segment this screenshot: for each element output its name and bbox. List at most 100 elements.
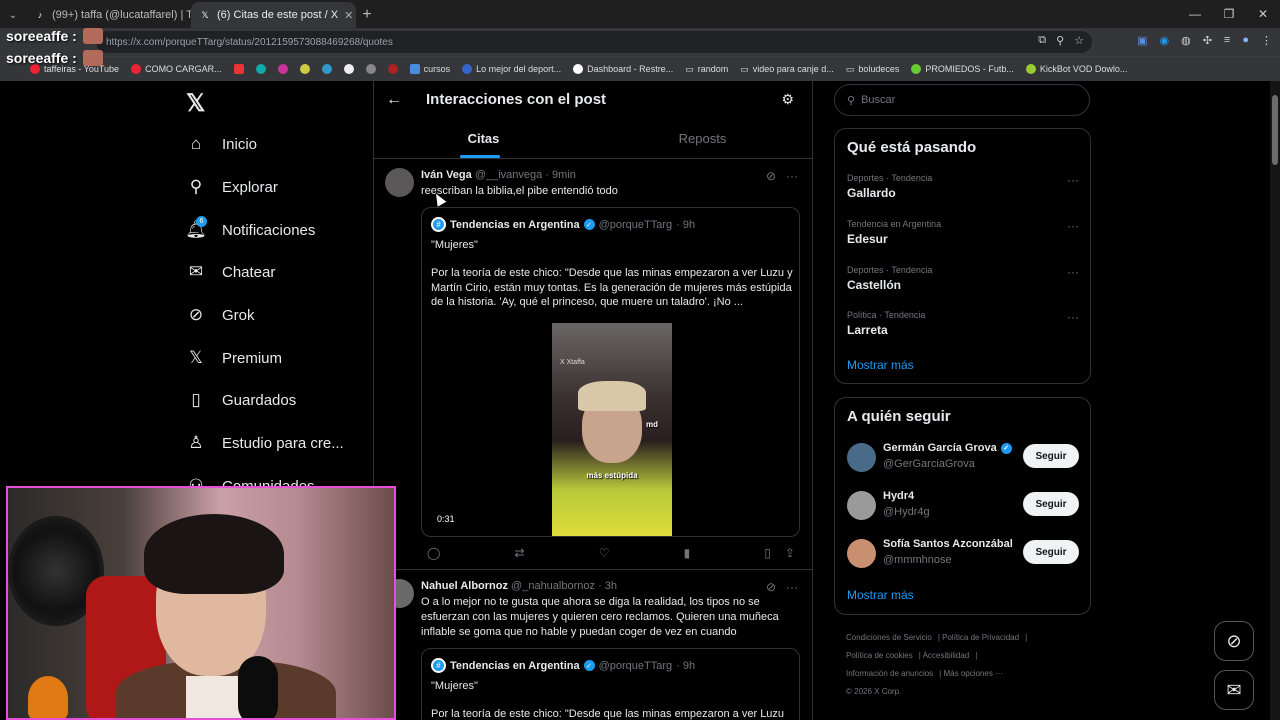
footer-link[interactable]: Política de Privacidad — [942, 633, 1019, 642]
quoted-post[interactable]: # Tendencias en Argentina ✓ @porqueTTarg… — [421, 648, 800, 720]
browser-tab-tiktok[interactable]: ♪ (99+) taffa (@lucataffarel) | Tik ✕ — [26, 2, 191, 28]
tab-citas[interactable]: Citas — [374, 119, 593, 158]
post-time[interactable]: · 9min — [545, 169, 576, 181]
bookmark-item[interactable] — [343, 64, 354, 74]
nav-item-notificaciones[interactable]: 🔔︎ 6 Notificaciones — [185, 215, 315, 245]
nav-item-chatear[interactable]: ✉ Chatear — [186, 257, 276, 287]
bookmark-item[interactable]: Dashboard - Restre... — [573, 64, 673, 74]
footer-link[interactable]: Más opciones ··· — [943, 669, 1003, 678]
nav-item-estudio[interactable]: ♙ Estudio para cre... — [186, 428, 343, 458]
author-handle[interactable]: @__ivanvega — [475, 169, 542, 181]
messages-fab-button[interactable]: ✉ — [1214, 670, 1254, 710]
footer-link[interactable]: Condiciones de Servicio — [846, 633, 932, 642]
more-icon[interactable]: ··· — [786, 580, 798, 594]
trend-item[interactable]: Tendencia en Argentina Edesur ··· — [847, 219, 1079, 246]
repost-icon[interactable]: ⇄ — [515, 546, 525, 560]
grok-icon[interactable]: ⊘ — [766, 169, 776, 183]
trend-item[interactable]: Deportes · Tendencia Castellón ··· — [847, 265, 1079, 292]
search-input[interactable]: ⚲ Buscar — [834, 84, 1090, 116]
trend-item[interactable]: Política · Tendencia Larreta ··· — [847, 310, 1079, 337]
bookmark-item[interactable]: KickBot VOD Dowlo... — [1025, 64, 1127, 74]
nav-item-grok[interactable]: ⊘ Grok — [186, 300, 255, 330]
reply-icon[interactable]: ◯ — [427, 546, 440, 560]
close-window-icon[interactable]: ✕ — [1246, 0, 1280, 28]
bookmark-item[interactable]: PROMIEDOS - Futb... — [911, 64, 1014, 74]
avatar[interactable] — [847, 443, 876, 472]
follow-suggestion[interactable]: Sofía Santos Azconzábal @mmmhnose Seguir — [847, 538, 1079, 570]
bookmark-item[interactable]: Lo mejor del deport... — [462, 64, 561, 74]
grok-fab-button[interactable]: ⊘ — [1214, 621, 1254, 661]
bookmark-item[interactable]: cursos — [409, 64, 450, 74]
footer-link[interactable]: Política de cookies — [846, 651, 913, 660]
nav-item-premium[interactable]: 𝕏 Premium — [186, 343, 282, 373]
nav-item-inicio[interactable]: ⌂ Inicio — [186, 129, 257, 159]
views-icon[interactable]: ▮ — [684, 546, 691, 560]
media-control-icon[interactable]: ≡ — [1224, 34, 1230, 47]
show-more-follow-link[interactable]: Mostrar más — [847, 588, 914, 602]
zoom-icon[interactable]: ⚲ — [1056, 34, 1064, 47]
follow-button[interactable]: Seguir — [1023, 492, 1079, 516]
video-player[interactable]: X Xtaffa md más estúpida — [552, 323, 672, 536]
extension-icon[interactable]: ◍ — [1181, 34, 1191, 47]
bookmark-item[interactable] — [299, 64, 310, 74]
extension-icon[interactable]: ▣ — [1137, 34, 1147, 47]
bookmark-folder[interactable]: ▭ random — [685, 64, 728, 75]
bookmark-item[interactable] — [321, 64, 332, 74]
profile-avatar-icon[interactable]: ● — [1242, 34, 1249, 47]
bookmark-icon[interactable]: ▯ — [764, 546, 771, 560]
avatar[interactable] — [847, 539, 876, 568]
author-handle[interactable]: @_nahualbornoz — [511, 580, 595, 592]
star-bookmark-icon[interactable]: ☆ — [1074, 34, 1084, 47]
filter-settings-icon[interactable]: ⚙ — [781, 91, 794, 108]
restore-icon[interactable]: ❐ — [1212, 0, 1246, 28]
scrollbar-thumb[interactable] — [1272, 95, 1278, 165]
more-icon[interactable]: ··· — [1067, 310, 1079, 324]
footer-link[interactable]: Información de anuncios — [846, 669, 933, 678]
page-scrollbar[interactable] — [1270, 81, 1280, 720]
like-icon[interactable]: ♡ — [599, 546, 610, 560]
post-time[interactable]: · 3h — [598, 580, 617, 592]
extension-icon[interactable]: ◉ — [1159, 34, 1169, 47]
follow-button[interactable]: Seguir — [1023, 444, 1079, 468]
avatar[interactable] — [385, 168, 414, 197]
bookmark-item[interactable] — [255, 64, 266, 74]
bookmark-item[interactable] — [387, 64, 398, 74]
more-icon[interactable]: ··· — [1067, 265, 1079, 279]
bookmark-item[interactable] — [277, 64, 288, 74]
minimize-icon[interactable]: — — [1178, 0, 1212, 28]
bookmark-item[interactable]: COMO CARGAR... — [131, 64, 222, 74]
install-app-icon[interactable]: ⧉ — [1038, 34, 1046, 47]
follow-suggestion[interactable]: Hydr4 @Hydr4g Seguir — [847, 490, 1079, 522]
follow-suggestion[interactable]: Germán García Grova ✓ @GerGarciaGrova Seg… — [847, 442, 1079, 474]
quoted-post[interactable]: # Tendencias en Argentina ✓ @porqueTTarg… — [421, 207, 800, 537]
footer-link[interactable]: Accesibilidad — [923, 651, 970, 660]
more-icon[interactable]: ··· — [786, 169, 798, 183]
bookmark-item[interactable] — [233, 64, 244, 74]
tab-list-chevron-icon[interactable]: ⌄ — [0, 2, 26, 28]
avatar[interactable] — [847, 491, 876, 520]
browser-tab-x[interactable]: 𝕏 (6) Citas de este post / X ✕ — [191, 2, 356, 28]
show-more-trends-link[interactable]: Mostrar más — [847, 358, 914, 372]
url-field[interactable]: https://x.com/porqueTTarg/status/2012159… — [96, 31, 1092, 53]
back-arrow-icon[interactable]: ← — [386, 91, 402, 109]
share-icon[interactable]: ⇪ — [785, 546, 795, 560]
author-name[interactable]: Nahuel Albornoz — [421, 580, 508, 592]
trend-item[interactable]: Deportes · Tendencia Gallardo ··· — [847, 173, 1079, 200]
grok-icon[interactable]: ⊘ — [766, 580, 776, 594]
tab-reposts[interactable]: Reposts — [593, 119, 812, 158]
puzzle-extensions-icon[interactable]: ✣ — [1203, 34, 1212, 47]
bookmark-folder[interactable]: ▭ boludeces — [846, 64, 900, 75]
post[interactable]: Nahuel Albornoz @_nahualbornoz · 3h ⊘ ···… — [374, 570, 812, 720]
bookmark-folder[interactable]: ▭ video para canje d... — [740, 64, 834, 75]
x-logo-icon[interactable]: 𝕏 — [186, 89, 205, 118]
nav-item-explorar[interactable]: ⚲ Explorar — [186, 172, 278, 202]
new-tab-button[interactable]: + — [356, 2, 378, 28]
more-icon[interactable]: ··· — [1067, 173, 1079, 187]
post[interactable]: Iván Vega @__ivanvega · 9min ⊘ ··· reescr… — [374, 159, 812, 569]
bookmark-item[interactable] — [365, 64, 376, 74]
close-tab-icon[interactable]: ✕ — [344, 9, 353, 22]
follow-button[interactable]: Seguir — [1023, 540, 1079, 564]
kebab-menu-icon[interactable]: ⋮ — [1261, 34, 1272, 47]
author-name[interactable]: Iván Vega — [421, 169, 472, 181]
nav-item-guardados[interactable]: ▯ Guardados — [186, 385, 296, 415]
